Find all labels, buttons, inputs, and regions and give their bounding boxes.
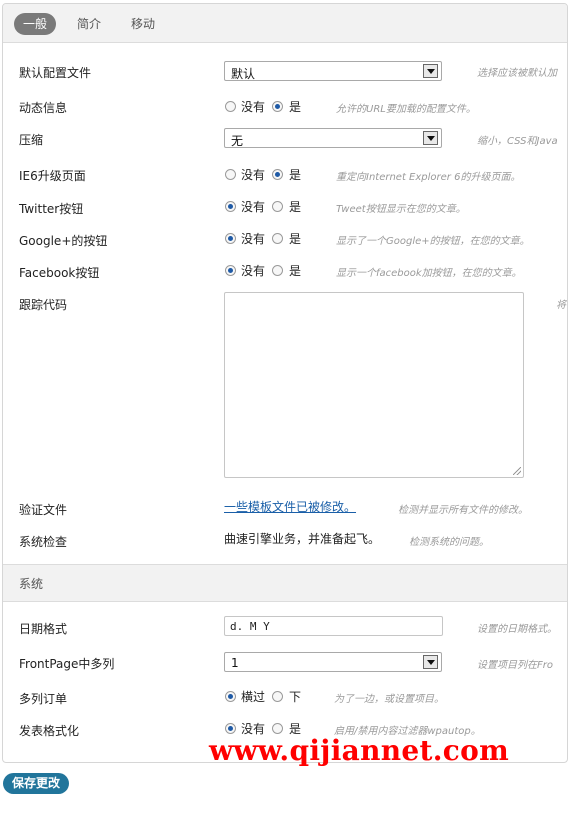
compression-select[interactable]: 无	[224, 128, 442, 148]
google-label: Google+的按钮	[19, 234, 108, 248]
system-section-header: 系统	[3, 564, 567, 602]
system-check-hint: 检测系统的问题。	[409, 537, 489, 548]
google-yes-label: 是	[289, 232, 302, 246]
ie6-no-radio[interactable]	[225, 169, 236, 180]
save-changes-button[interactable]: 保存更改	[3, 773, 70, 794]
watermark: www.qijiannet.com	[209, 734, 510, 767]
facebook-no-radio[interactable]	[225, 265, 236, 276]
tracking-hint: 将	[556, 300, 566, 311]
facebook-yes-label: 是	[289, 264, 302, 278]
profile-hint: 选择应该被默认加	[477, 68, 557, 79]
ie6-yes-label: 是	[289, 168, 302, 182]
dynamic-info-label: 动态信息	[19, 101, 68, 115]
multi-order-label: 多列订单	[19, 692, 68, 706]
formatting-yes-radio[interactable]	[272, 723, 283, 734]
chevron-down-icon	[423, 655, 438, 669]
chevron-down-icon	[423, 64, 438, 78]
multi-columns-hint: 设置项目列在Fro	[477, 660, 553, 671]
multi-columns-select-value: 1	[231, 656, 239, 670]
system-check-value: 曲速引擎业务，并准备起飞。	[224, 532, 381, 546]
multi-columns-label: FrontPage中多列	[19, 657, 115, 671]
google-no-label: 没有	[241, 232, 266, 246]
date-format-label: 日期格式	[19, 622, 68, 636]
formatting-no-radio[interactable]	[225, 723, 236, 734]
compression-label: 压缩	[19, 133, 44, 147]
profile-select[interactable]: 默认	[224, 61, 442, 81]
settings-panel: 一般 简介 移动 默认配置文件 默认 选择应该被默认加 动态信息 没有 是 允许…	[2, 3, 568, 763]
compression-select-value: 无	[231, 134, 244, 148]
compression-hint: 缩小，CSS和Java	[477, 136, 558, 147]
tracking-label: 跟踪代码	[19, 298, 68, 312]
profile-select-value: 默认	[231, 67, 256, 81]
tab-mobile[interactable]: 移动	[122, 13, 164, 35]
google-yes-radio[interactable]	[272, 233, 283, 244]
multi-columns-select[interactable]: 1	[224, 652, 442, 672]
dynamic-info-yes-label: 是	[289, 100, 302, 114]
multi-order-hint: 为了一边，或设置项目。	[334, 694, 444, 705]
dynamic-info-no-radio[interactable]	[225, 101, 236, 112]
facebook-hint: 显示一个facebook加按钮，在您的文章。	[336, 268, 522, 279]
verify-label: 验证文件	[19, 503, 68, 517]
twitter-no-radio[interactable]	[225, 201, 236, 212]
tracking-code-textarea[interactable]	[224, 292, 524, 478]
google-hint: 显示了一个Google+的按钮，在您的文章。	[336, 236, 530, 247]
modified-files-link[interactable]: 一些模板文件已被修改。	[224, 498, 356, 515]
ie6-label: IE6升级页面	[19, 169, 86, 183]
twitter-label: Twitter按钮	[19, 202, 84, 216]
twitter-yes-label: 是	[289, 200, 302, 214]
google-no-radio[interactable]	[225, 233, 236, 244]
twitter-hint: Tweet按钮显示在您的文章。	[336, 204, 466, 215]
tab-bar: 一般 简介 移动	[3, 4, 567, 43]
facebook-label: Facebook按钮	[19, 266, 100, 280]
system-section-title: 系统	[19, 577, 44, 591]
multi-order-across-radio[interactable]	[225, 691, 236, 702]
ie6-yes-radio[interactable]	[272, 169, 283, 180]
date-format-hint: 设置的日期格式。	[477, 624, 557, 635]
facebook-yes-radio[interactable]	[272, 265, 283, 276]
date-format-input[interactable]: d. M Y	[224, 616, 443, 636]
resize-handle-icon[interactable]	[513, 467, 521, 475]
profile-label: 默认配置文件	[19, 66, 92, 80]
formatting-label: 发表格式化	[19, 724, 80, 738]
facebook-no-label: 没有	[241, 264, 266, 278]
ie6-no-label: 没有	[241, 168, 266, 182]
twitter-yes-radio[interactable]	[272, 201, 283, 212]
dynamic-info-no-label: 没有	[241, 100, 266, 114]
multi-order-down-label: 下	[289, 690, 302, 704]
dynamic-info-hint: 允许的URL要加载的配置文件。	[336, 104, 476, 115]
tab-general[interactable]: 一般	[14, 13, 57, 35]
multi-order-down-radio[interactable]	[272, 691, 283, 702]
ie6-hint: 重定向Internet Explorer 6的升级页面。	[336, 172, 521, 183]
multi-order-across-label: 横过	[241, 690, 266, 704]
tab-profile[interactable]: 简介	[68, 13, 110, 35]
chevron-down-icon	[423, 131, 438, 145]
dynamic-info-yes-radio[interactable]	[272, 101, 283, 112]
verify-hint: 检测并显示所有文件的修改。	[398, 505, 528, 516]
twitter-no-label: 没有	[241, 200, 266, 214]
system-check-label: 系统检查	[19, 535, 68, 549]
